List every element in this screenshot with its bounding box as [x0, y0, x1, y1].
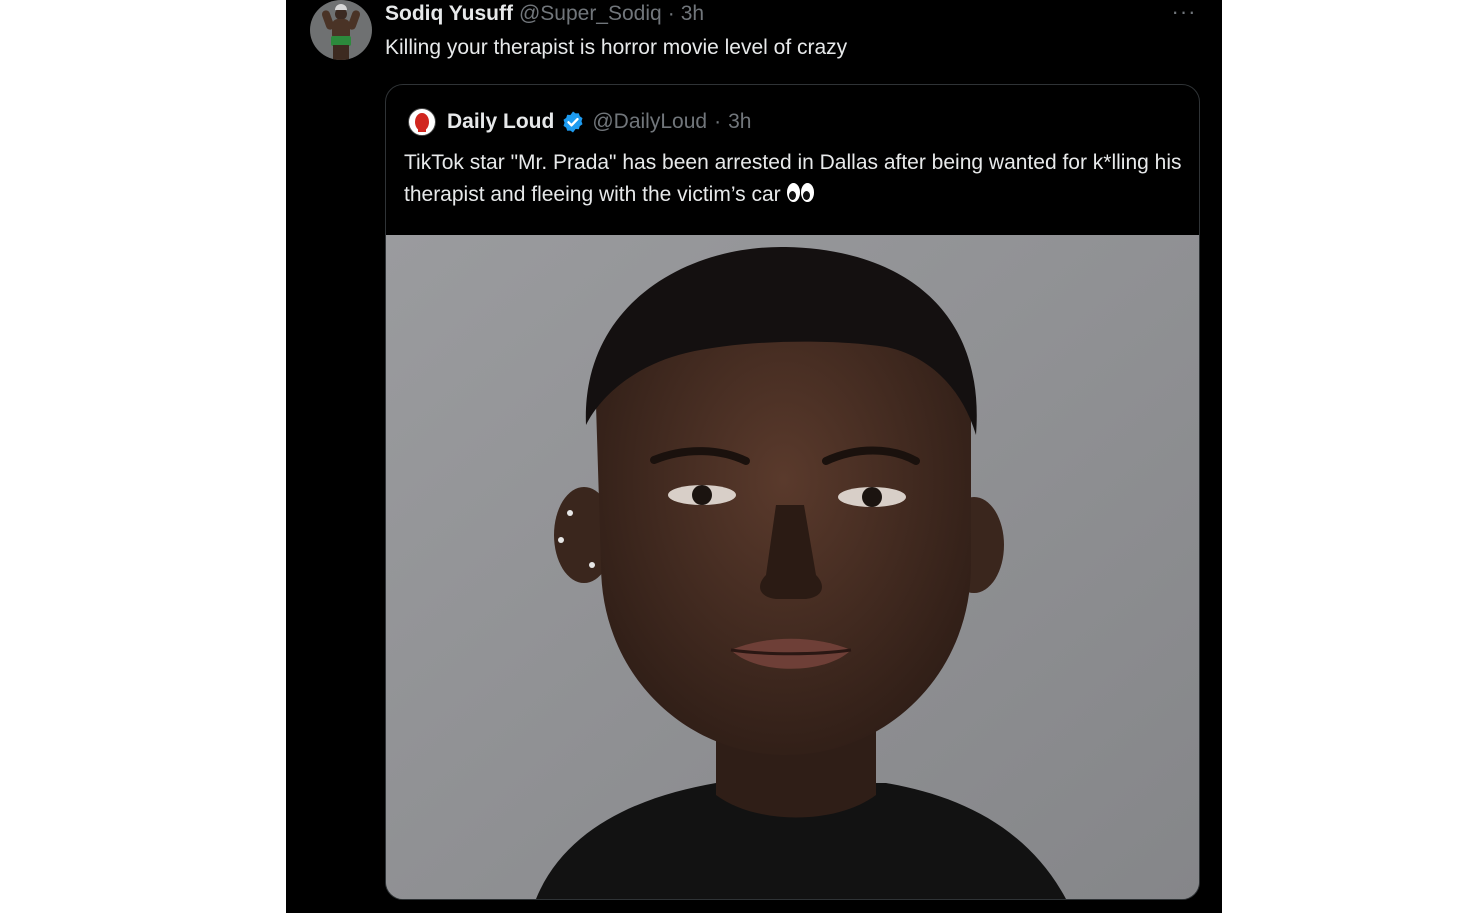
microphone-logo-base [418, 129, 426, 132]
quoted-time-separator: · [714, 110, 722, 133]
tweet-author-line: Sodiq Yusuff @Super_Sodiq · 3h [385, 0, 704, 28]
avatar-figure-legs [333, 45, 349, 60]
tweet-panel: Sodiq Yusuff @Super_Sodiq · 3h ··· Killi… [286, 0, 1222, 913]
quoted-author-handle: @DailyLoud [592, 110, 708, 133]
author-handle[interactable]: @Super_Sodiq [519, 0, 662, 28]
tweet-timestamp[interactable]: 3h [681, 0, 704, 28]
quoted-tweet-photo[interactable] [386, 235, 1199, 899]
quoted-tweet-text-block: TikTok star "Mr. Prada" has been arreste… [404, 147, 1184, 211]
eyes-emoji-icon [786, 182, 816, 204]
tweet-text: Killing your therapist is horror movie l… [385, 36, 848, 59]
avatar-figure-headwear [335, 4, 347, 10]
more-options-icon[interactable]: ··· [1170, 1, 1198, 23]
quoted-tweet-header: Daily Loud @DailyLoud · 3h [408, 107, 751, 137]
author-avatar[interactable] [310, 0, 372, 60]
avatar-figure-body [332, 19, 350, 37]
portrait-photo-illustration [386, 235, 1199, 899]
verified-badge-icon [563, 111, 583, 133]
quoted-tweet-card[interactable]: Daily Loud @DailyLoud · 3h TikTok star "… [385, 84, 1200, 900]
quoted-author-name: Daily Loud [447, 110, 555, 133]
time-separator: · [667, 2, 675, 25]
author-name[interactable]: Sodiq Yusuff [385, 0, 513, 28]
quoted-author-avatar [408, 108, 436, 136]
quoted-timestamp: 3h [728, 110, 752, 133]
